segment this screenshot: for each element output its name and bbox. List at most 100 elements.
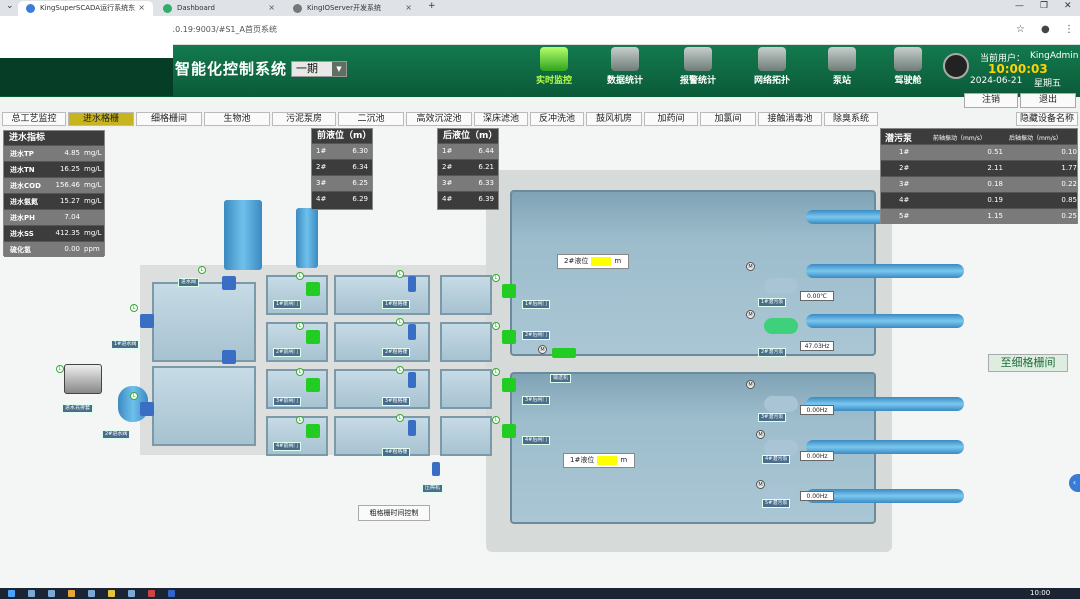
exit-button[interactable]: 退出: [1020, 93, 1076, 108]
rear-gate-1[interactable]: [502, 284, 516, 298]
level-value: 6.39: [478, 195, 494, 203]
window-close-icon[interactable]: ✕: [1064, 1, 1072, 11]
more-icon[interactable]: ⋮: [1064, 24, 1074, 35]
destination-label: 至细格栅间: [988, 354, 1068, 372]
minimize-icon[interactable]: —: [1015, 1, 1024, 11]
pump-1[interactable]: [764, 278, 798, 294]
browser-tab-dashboard[interactable]: Dashboard ×: [155, 1, 283, 16]
level-value: 6.29: [352, 195, 368, 203]
front-gate-1[interactable]: [306, 282, 320, 296]
nav-alarm-stats[interactable]: 报警统计: [668, 46, 728, 90]
local-indicator-icon: L: [296, 322, 304, 330]
indicator-value: 16.25: [59, 165, 80, 173]
inlet-valve[interactable]: [222, 276, 236, 290]
motor-icon: M: [756, 430, 765, 439]
nav-label: 网络拓扑: [753, 76, 790, 86]
close-icon[interactable]: ×: [268, 1, 275, 15]
level-id: 4#: [316, 195, 327, 203]
url-text[interactable]: 10.19:9003/#S1_A首页系统: [170, 24, 277, 35]
conveyor[interactable]: [552, 348, 576, 358]
new-tab-icon[interactable]: +: [428, 1, 436, 11]
pump-3-value: 0.00Hz: [800, 405, 834, 415]
tab-bio-pool[interactable]: 生物池: [204, 112, 270, 126]
local-indicator-icon: L: [396, 270, 404, 278]
indicator-name: 进水氨氮: [10, 198, 38, 206]
hide-device-names-button[interactable]: 隐藏设备名称: [1016, 112, 1078, 126]
folder-icon[interactable]: [108, 590, 115, 597]
front-vibration: 2.11: [987, 164, 1003, 172]
nav-pump-station[interactable]: 泵站: [812, 46, 872, 90]
nav-data-stats[interactable]: 数据统计: [595, 46, 655, 90]
tab-secondary-clarifier[interactable]: 二沉池: [338, 112, 404, 126]
pump-id: 4#: [899, 196, 910, 204]
inlet-machine[interactable]: [64, 364, 102, 394]
tab-dosing-room[interactable]: 加药间: [644, 112, 698, 126]
grille-time-control-button[interactable]: 粗格栅时间控制: [358, 505, 430, 521]
logout-button[interactable]: 注销: [964, 93, 1018, 108]
rear-gate-4[interactable]: [502, 424, 516, 438]
task-view-icon[interactable]: [48, 590, 55, 597]
local-indicator-icon: L: [492, 274, 500, 282]
rear-gate-3[interactable]: [502, 378, 516, 392]
pump-2[interactable]: [764, 318, 798, 334]
grille-1[interactable]: [408, 276, 416, 292]
tab-backwash[interactable]: 反冲洗池: [530, 112, 584, 126]
phase-select[interactable]: 一期 ▼: [291, 61, 347, 77]
tab-inlet-grille[interactable]: 进水格栅: [68, 112, 134, 126]
tab-deep-bed-filter[interactable]: 深床滤池: [474, 112, 528, 126]
close-icon[interactable]: ×: [138, 1, 145, 15]
grille-3[interactable]: [408, 372, 416, 388]
tab-chlorine-room[interactable]: 加氯间: [700, 112, 756, 126]
app-icon[interactable]: [148, 590, 155, 597]
level-unit: m: [620, 456, 628, 464]
profile-icon[interactable]: ●: [1041, 24, 1050, 35]
inlet-valve-1[interactable]: [140, 314, 154, 328]
search-icon[interactable]: [28, 590, 35, 597]
press[interactable]: [432, 462, 440, 476]
grille-4[interactable]: [408, 420, 416, 436]
nav-network-topology[interactable]: 网络拓扑: [742, 46, 802, 90]
browser-tab-scada[interactable]: KingSuperSCADA运行系统东 ×: [18, 1, 153, 16]
level-id: 2#: [316, 163, 327, 171]
fan-icon: [894, 47, 922, 71]
tab-sludge-pump[interactable]: 污泥泵房: [272, 112, 336, 126]
pump-4[interactable]: [764, 440, 798, 456]
chrome-icon[interactable]: [68, 590, 75, 597]
app-icon[interactable]: [88, 590, 95, 597]
tab-blower-room[interactable]: 鼓风机房: [586, 112, 642, 126]
nav-realtime-monitor[interactable]: 实时监控: [524, 46, 584, 90]
star-icon[interactable]: ☆: [1016, 24, 1025, 35]
browser-tab-ioserver[interactable]: KingIOServer开发系统 ×: [285, 1, 420, 16]
restore-icon[interactable]: ❐: [1040, 1, 1048, 11]
tab-fine-grille[interactable]: 细格栅间: [136, 112, 202, 126]
pump-3[interactable]: [764, 396, 798, 412]
grille-2[interactable]: [408, 324, 416, 340]
tab-high-efficiency-settling[interactable]: 高效沉淀池: [406, 112, 472, 126]
tab-list-icon[interactable]: ⌄: [6, 1, 14, 11]
indicator-value: 412.35: [55, 229, 81, 237]
rear-vibration: 0.22: [1061, 180, 1077, 188]
press-label: 压榨机: [422, 484, 444, 493]
rear-gate-2[interactable]: [502, 330, 516, 344]
globe-icon: [293, 4, 302, 13]
app-icon[interactable]: [128, 590, 135, 597]
inlet-valve-2[interactable]: [140, 402, 154, 416]
indicator-value: 7.04: [64, 213, 80, 221]
level-id: 4#: [442, 195, 453, 203]
front-gate-3[interactable]: [306, 378, 320, 392]
nav-cockpit[interactable]: 驾驶舱: [878, 46, 938, 90]
windows-start-icon[interactable]: [8, 590, 15, 597]
app-icon[interactable]: [168, 590, 175, 597]
front-gate-4[interactable]: [306, 424, 320, 438]
tab-disinfection-pool[interactable]: 接触消毒池: [758, 112, 822, 126]
close-icon[interactable]: ×: [405, 1, 412, 15]
front-gate-2[interactable]: [306, 330, 320, 344]
tab-deodorization[interactable]: 除臭系统: [824, 112, 878, 126]
level-id: 1#: [316, 147, 327, 155]
grille-3-label: 3#粗格栅: [382, 397, 411, 406]
chevron-left-icon[interactable]: ‹: [1069, 474, 1080, 492]
nav-label: 泵站: [832, 76, 851, 86]
indicator-value: 0.00: [64, 245, 80, 253]
inlet-valve-b[interactable]: [222, 350, 236, 364]
tab-total-process[interactable]: 总工艺监控: [2, 112, 66, 126]
